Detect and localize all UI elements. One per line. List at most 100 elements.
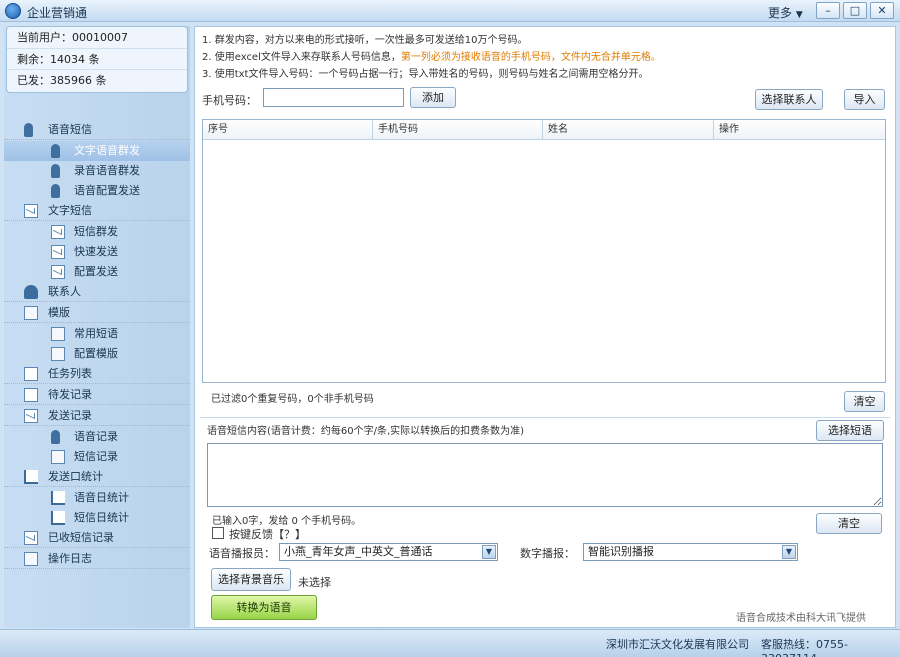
- config-template-icon: [51, 347, 65, 361]
- main-panel: 1. 群发内容，对方以来电的形式接听，一次性最多可发送给10万个号码。 2. 使…: [194, 26, 896, 628]
- sidebar-item-label: 发送记录: [48, 409, 92, 422]
- digit-broadcast-label: 数字播报：: [520, 547, 575, 560]
- company-name: 深圳市汇沃文化发展有限公司: [606, 638, 749, 651]
- sidebar-item-sms-group[interactable]: 短信群发: [4, 222, 190, 242]
- instruction-line-2-prefix: 2. 使用excel文件导入来存联系人号码信息，: [202, 52, 401, 63]
- sidebar-item-contacts[interactable]: 联系人: [4, 282, 190, 302]
- column-header[interactable]: 序号: [203, 120, 373, 139]
- more-menu-label: 更多: [768, 6, 793, 20]
- instruction-line-2-warning: 第一列必须为接收语音的手机号码，文件内无合并单元格。: [400, 52, 661, 63]
- digit-broadcast-value: 智能识别播报: [588, 545, 654, 558]
- phone-number-label: 手机号码：: [202, 94, 257, 107]
- input-status: 已输入0字，发给 0 个手机号码。: [212, 516, 362, 527]
- digit-broadcast-select[interactable]: 智能识别播报 ▼: [583, 543, 798, 561]
- key-feedback-label: 按键反馈【？】: [229, 528, 306, 541]
- clear-content-button[interactable]: 清空: [816, 513, 882, 534]
- tts-credit: 语音合成技术由科大讯飞提供: [736, 613, 866, 624]
- sidebar-item-label: 待发记录: [48, 388, 92, 401]
- sidebar-item-sms-records[interactable]: 短信记录: [4, 447, 190, 467]
- import-button[interactable]: 导入: [844, 89, 885, 110]
- sidebar-item-config-template[interactable]: 配置模版: [4, 344, 190, 364]
- sidebar-item-voice-sms[interactable]: 语音短信: [4, 120, 190, 140]
- envelope-icon: [24, 409, 38, 423]
- bg-music-status: 未选择: [298, 576, 331, 589]
- sidebar-item-task-list[interactable]: 任务列表: [4, 364, 190, 384]
- close-button[interactable]: ✕: [870, 2, 894, 19]
- log-icon: [24, 552, 38, 566]
- microphone-icon: [24, 123, 33, 137]
- sidebar-item-templates[interactable]: 模版: [4, 303, 190, 323]
- inbox-icon: [24, 531, 38, 545]
- sidebar-item-common-phrases[interactable]: 常用短语: [4, 324, 190, 344]
- select-phrase-button[interactable]: 选择短语: [816, 420, 884, 441]
- announcer-select[interactable]: 小燕_青年女声_中英文_普通话 ▼: [279, 543, 498, 561]
- phone-table: 序号 手机号码 姓名 操作: [202, 119, 886, 383]
- sidebar-item-voice-config-send[interactable]: 语音配置发送: [4, 181, 190, 201]
- status-bar: 深圳市汇沃文化发展有限公司 客服热线：0755-33037114: [0, 629, 900, 657]
- voice-content-textarea[interactable]: [207, 443, 883, 507]
- sidebar-item-recording-voice-group[interactable]: 录音语音群发: [4, 161, 190, 181]
- column-header[interactable]: 手机号码: [373, 120, 543, 139]
- sidebar-item-sms-daily-stats[interactable]: 短信日统计: [4, 508, 190, 528]
- filter-status: 已过滤0个重复号码，0个非手机号码: [211, 394, 374, 405]
- app-logo-icon: [5, 3, 21, 19]
- sidebar-item-quick-send[interactable]: 快速发送: [4, 242, 190, 262]
- sidebar-item-text-voice-group[interactable]: 文字语音群发: [4, 141, 190, 161]
- sidebar-item-send-stats[interactable]: 发送口统计: [4, 467, 190, 487]
- phrase-icon: [51, 327, 65, 341]
- pending-icon: [24, 388, 38, 402]
- add-button[interactable]: 添加: [410, 87, 456, 108]
- list-icon: [24, 367, 38, 381]
- sidebar-item-label: 语音记录: [74, 430, 118, 443]
- maximize-button[interactable]: □: [843, 2, 867, 19]
- sidebar-nav: 语音短信 文字语音群发 录音语音群发 语音配置发送 文字短信 短信群发 快速发送…: [4, 120, 190, 570]
- column-header[interactable]: 姓名: [543, 120, 714, 139]
- chevron-down-icon[interactable]: ▼: [482, 545, 496, 559]
- microphone-icon: [51, 184, 60, 198]
- chart-icon: [51, 491, 65, 505]
- sidebar-item-label: 语音配置发送: [74, 184, 140, 197]
- title-bar: 企业营销通 更多 ▼ – □ ✕: [0, 0, 900, 22]
- sidebar-item-label: 文字短信: [48, 204, 92, 217]
- sidebar-item-label: 短信记录: [74, 450, 118, 463]
- chevron-down-icon[interactable]: ▼: [782, 545, 796, 559]
- envelope-config-icon: [51, 265, 65, 279]
- phone-number-input[interactable]: [263, 88, 404, 107]
- sidebar-item-label: 发送口统计: [48, 470, 103, 483]
- sidebar-item-config-send[interactable]: 配置发送: [4, 262, 190, 282]
- sidebar-item-label: 短信日统计: [74, 511, 129, 524]
- key-feedback-checkbox[interactable]: [212, 527, 224, 539]
- chart-icon: [51, 511, 65, 525]
- convert-to-voice-button[interactable]: 转换为语音: [211, 595, 317, 620]
- sidebar-item-operation-log[interactable]: 操作日志: [4, 549, 190, 569]
- sidebar-item-label: 操作日志: [48, 552, 92, 565]
- instructions: 1. 群发内容，对方以来电的形式接听，一次性最多可发送给10万个号码。 2. 使…: [202, 32, 661, 83]
- sidebar-item-text-sms[interactable]: 文字短信: [4, 201, 190, 221]
- instruction-line-3: 3. 使用txt文件导入号码：一个号码占据一行；导入带姓名的号码，则号码与姓名之…: [202, 69, 649, 80]
- sidebar-item-label: 语音日统计: [74, 491, 129, 504]
- table-header: 序号 手机号码 姓名 操作: [203, 120, 885, 140]
- content-label: 语音短信内容(语音计费：约每60个字/条,实际以转换后的扣费条数为准): [207, 426, 525, 437]
- sidebar-item-voice-records[interactable]: 语音记录: [4, 427, 190, 447]
- microphone-icon: [51, 144, 60, 158]
- sidebar-item-send-records[interactable]: 发送记录: [4, 406, 190, 426]
- sidebar-item-voice-daily-stats[interactable]: 语音日统计: [4, 488, 190, 508]
- column-header[interactable]: 操作: [714, 120, 885, 139]
- template-icon: [24, 306, 38, 320]
- envelope-icon: [24, 204, 38, 218]
- select-bg-music-button[interactable]: 选择背景音乐: [211, 568, 291, 591]
- select-contacts-button[interactable]: 选择联系人: [755, 89, 823, 110]
- clear-numbers-button[interactable]: 清空: [844, 391, 885, 412]
- sidebar-item-received-sms[interactable]: 已收短信记录: [4, 528, 190, 548]
- sidebar-item-label: 录音语音群发: [74, 164, 140, 177]
- envelope-icon: [51, 225, 65, 239]
- sidebar-item-label: 文字语音群发: [74, 144, 140, 157]
- sent-count: 已发：385966 条: [17, 74, 107, 87]
- sidebar-item-pending-records[interactable]: 待发记录: [4, 385, 190, 405]
- sidebar-item-label: 短信群发: [74, 225, 118, 238]
- instruction-line-1: 1. 群发内容，对方以来电的形式接听，一次性最多可发送给10万个号码。: [202, 35, 528, 46]
- app-title: 企业营销通: [27, 6, 88, 20]
- more-menu[interactable]: 更多 ▼: [768, 4, 803, 21]
- sidebar-item-label: 快速发送: [74, 245, 118, 258]
- minimize-button[interactable]: –: [816, 2, 840, 19]
